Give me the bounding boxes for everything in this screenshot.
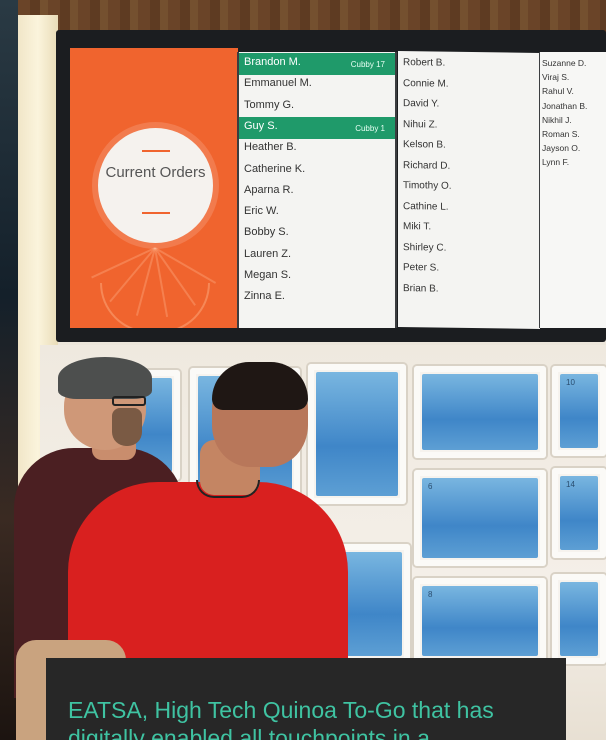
order-name: Catherine K. <box>244 162 306 175</box>
order-name: Guy S. <box>244 119 278 132</box>
order-name: Jonathan B. <box>542 100 588 111</box>
order-name: Robert B. <box>403 57 446 69</box>
flat-cap <box>58 357 152 399</box>
order-name: Roman S. <box>542 129 580 139</box>
order-name: Aparna R. <box>244 183 294 196</box>
order-name: Rahul V. <box>542 86 574 97</box>
cubby-number: 6 <box>428 482 433 491</box>
order-name: Tommy G. <box>244 98 295 111</box>
order-name: Brandon M. <box>244 56 301 68</box>
cubby-label: Cubby 17 <box>350 60 385 69</box>
column-divider <box>237 52 239 328</box>
order-name: Cathine L. <box>403 200 449 213</box>
cubby-locker <box>308 364 406 504</box>
order-name: Zinna E. <box>244 290 285 303</box>
order-name: Peter S. <box>403 262 440 274</box>
orders-column-1: Brandon M. Cubby 17 Emmanuel M. Tommy G. Guy… <box>239 52 395 328</box>
order-name: Eric W. <box>244 205 279 218</box>
column-divider <box>395 52 397 328</box>
order-name: Richard D. <box>403 159 451 172</box>
current-orders-panel: Current Orders <box>70 48 238 328</box>
order-name: Emmanuel M. <box>244 77 312 90</box>
earphone-cord <box>196 480 260 498</box>
cubby-locker: 8 <box>414 578 546 664</box>
glasses <box>112 396 146 406</box>
order-name: Lynn F. <box>542 157 570 168</box>
caption-text: EATSA, High Tech Quinoa To-Go that has d… <box>68 697 494 740</box>
order-name: Suzanne D. <box>542 58 587 68</box>
orders-column-3: Suzanne D. Viraj S. Rahul V. Jonathan B. Nik… <box>540 52 606 328</box>
cubby-locker: 6 <box>414 470 546 566</box>
order-name: Jayson O. <box>542 143 581 154</box>
order-name: David Y. <box>403 98 440 110</box>
cubby-locker <box>414 366 546 458</box>
bowl-graphic <box>100 283 210 328</box>
cubby-number: 10 <box>566 378 575 387</box>
cubby-locker: 10 <box>552 366 606 456</box>
order-name: Viraj S. <box>542 72 570 83</box>
orders-column-2: Robert B. Connie M. David Y. Nihui Z. Kelson… <box>398 51 540 329</box>
photo: Current Orders Brandon M. Cubby 17 Emmanue… <box>0 0 606 740</box>
current-orders-title: Current Orders <box>105 164 206 181</box>
order-name: Connie M. <box>403 77 449 90</box>
order-name: Lauren Z. <box>244 247 292 260</box>
highlighted-order-row: Brandon M. Cubby 17 <box>239 53 395 75</box>
customer-beard <box>112 408 142 446</box>
order-name: Megan S. <box>244 269 292 281</box>
caption-box: EATSA, High Tech Quinoa To-Go that has d… <box>46 658 566 740</box>
customer-hair <box>212 362 308 410</box>
order-name: Kelson B. <box>403 139 446 151</box>
current-orders-badge: Current Orders <box>98 128 213 243</box>
order-name: Miki T. <box>403 221 432 233</box>
order-name: Shirley C. <box>403 241 447 254</box>
order-name: Timothy O. <box>403 180 452 192</box>
cubby-locker <box>552 574 606 664</box>
highlighted-order-row: Guy S. Cubby 1 <box>239 116 395 139</box>
order-name: Heather B. <box>244 141 297 154</box>
cubby-label: Cubby 1 <box>355 123 385 133</box>
order-name: Nikhil J. <box>542 114 572 125</box>
order-name: Nihui Z. <box>403 118 438 131</box>
cubby-number: 8 <box>428 590 433 599</box>
order-name: Brian B. <box>403 282 439 295</box>
order-name: Bobby S. <box>244 226 289 239</box>
cubby-number: 14 <box>566 480 575 489</box>
cubby-locker: 14 <box>552 468 606 558</box>
